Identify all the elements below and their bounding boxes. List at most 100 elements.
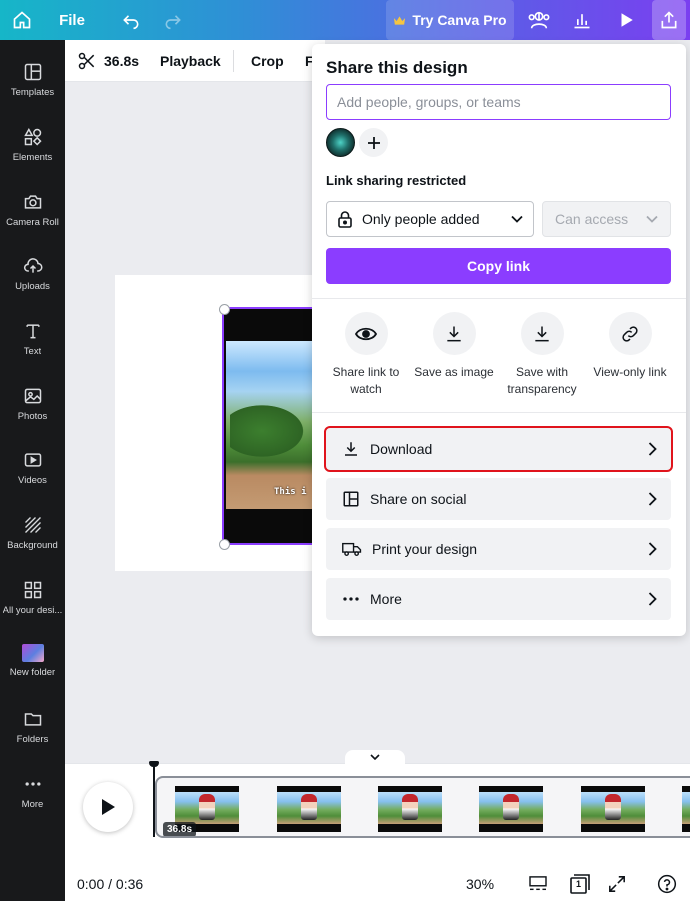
left-sidebar: Templates Elements Camera Roll Uploads T… bbox=[0, 40, 65, 901]
chevron-down-icon bbox=[646, 215, 658, 223]
play-icon bbox=[102, 799, 115, 815]
add-collaborator-button[interactable] bbox=[359, 128, 388, 157]
time-display: 0:00 / 0:36 bbox=[77, 876, 144, 892]
people-icon bbox=[528, 11, 550, 29]
save-with-transparency-option[interactable]: Save with transparency bbox=[496, 312, 588, 398]
crown-icon bbox=[394, 15, 406, 25]
truck-icon bbox=[342, 542, 362, 557]
sidebar-item-photos[interactable]: Photos bbox=[0, 372, 65, 432]
save-as-image-option[interactable]: Save as image bbox=[408, 312, 500, 381]
share-button[interactable] bbox=[652, 0, 686, 40]
divider bbox=[312, 412, 686, 413]
row-label: More bbox=[370, 591, 402, 607]
resize-handle-bottom-left[interactable] bbox=[219, 539, 230, 550]
chevron-right-icon bbox=[648, 492, 657, 506]
duration-label[interactable]: 36.8s bbox=[104, 40, 139, 82]
sidebar-item-label: More bbox=[21, 799, 44, 810]
copy-link-button[interactable]: Copy link bbox=[326, 248, 671, 284]
insights-button[interactable] bbox=[566, 0, 598, 40]
redo-button[interactable] bbox=[158, 0, 188, 40]
view-only-link-option[interactable]: View-only link bbox=[584, 312, 676, 381]
download-icon bbox=[535, 326, 549, 341]
help-icon bbox=[657, 874, 677, 894]
chevron-right-icon bbox=[648, 542, 657, 556]
video-clip-track[interactable]: 36.8s bbox=[155, 776, 690, 838]
option-icon-circle bbox=[608, 312, 652, 355]
sidebar-item-label: All your desi... bbox=[2, 605, 63, 616]
home-button[interactable] bbox=[6, 0, 38, 40]
grid-view-icon bbox=[529, 876, 547, 891]
collaborators-button[interactable] bbox=[522, 0, 556, 40]
stats-icon bbox=[574, 14, 590, 29]
sidebar-item-camera-roll[interactable]: Camera Roll bbox=[0, 178, 65, 238]
more-icon bbox=[343, 597, 359, 601]
link-sharing-label: Link sharing restricted bbox=[326, 173, 467, 188]
share-link-to-watch-option[interactable]: Share link to watch bbox=[320, 312, 412, 398]
avatar[interactable] bbox=[326, 128, 355, 157]
sidebar-item-templates[interactable]: Templates bbox=[0, 48, 65, 108]
photo-icon bbox=[24, 388, 41, 404]
clip-frame bbox=[682, 786, 690, 832]
help-button[interactable] bbox=[655, 872, 679, 896]
more-icon bbox=[25, 782, 40, 786]
grid-icon bbox=[24, 581, 41, 599]
share-on-social-row[interactable]: Share on social bbox=[326, 478, 671, 520]
sidebar-item-new-folder[interactable]: New folder bbox=[0, 630, 65, 690]
zoom-level[interactable]: 30% bbox=[466, 876, 494, 892]
editor-toolbar: 36.8s Playback Crop F bbox=[65, 40, 325, 82]
sidebar-item-label: Elements bbox=[12, 152, 53, 163]
top-bar: File Try Canva Pro bbox=[0, 0, 690, 40]
fullscreen-button[interactable] bbox=[605, 872, 629, 896]
link-icon bbox=[622, 325, 638, 342]
split-button[interactable] bbox=[77, 40, 97, 82]
home-icon bbox=[13, 11, 31, 29]
option-label: Save with transparency bbox=[507, 365, 577, 396]
play-button[interactable] bbox=[83, 782, 133, 832]
sidebar-item-label: Camera Roll bbox=[6, 217, 59, 228]
link-access-select[interactable]: Only people added bbox=[326, 201, 534, 237]
pages-button[interactable]: 1 bbox=[568, 872, 592, 896]
upload-icon bbox=[23, 258, 42, 273]
permission-value: Can access bbox=[555, 211, 629, 227]
sidebar-item-folders[interactable]: Folders bbox=[0, 695, 65, 755]
collapse-timeline-button[interactable] bbox=[345, 750, 405, 764]
try-canva-pro-label: Try Canva Pro bbox=[412, 12, 507, 28]
sidebar-item-all-your-designs[interactable]: All your desi... bbox=[0, 566, 65, 626]
sidebar-item-elements[interactable]: Elements bbox=[0, 113, 65, 173]
expand-icon bbox=[609, 876, 625, 892]
sidebar-item-more[interactable]: More bbox=[0, 760, 65, 820]
resize-handle-top-left[interactable] bbox=[219, 304, 230, 315]
timeline-panel: 36.8s 0:00 / 0:36 30% 1 bbox=[65, 750, 690, 901]
sidebar-item-text[interactable]: Text bbox=[0, 307, 65, 367]
more-row[interactable]: More bbox=[326, 578, 671, 620]
grid-view-button[interactable] bbox=[526, 872, 550, 896]
social-icon bbox=[343, 491, 359, 507]
print-your-design-row[interactable]: Print your design bbox=[326, 528, 671, 570]
sidebar-item-label: Templates bbox=[10, 87, 55, 98]
playback-button[interactable]: Playback bbox=[160, 40, 221, 82]
eye-icon bbox=[355, 327, 377, 340]
video-icon bbox=[24, 453, 41, 467]
file-menu[interactable]: File bbox=[56, 0, 88, 40]
try-canva-pro-button[interactable]: Try Canva Pro bbox=[386, 0, 514, 40]
templates-icon bbox=[24, 63, 41, 81]
download-row[interactable]: Download bbox=[324, 426, 673, 472]
add-people-input[interactable] bbox=[326, 84, 671, 120]
sidebar-item-videos[interactable]: Videos bbox=[0, 436, 65, 496]
toolbar-divider bbox=[233, 50, 234, 72]
crop-button[interactable]: Crop bbox=[251, 40, 284, 82]
folder-thumbnail bbox=[21, 644, 44, 662]
clip-frame bbox=[378, 786, 442, 832]
sidebar-item-label: Text bbox=[23, 346, 42, 357]
share-panel-title: Share this design bbox=[326, 58, 468, 77]
sidebar-item-label: Uploads bbox=[15, 281, 50, 292]
sidebar-item-background[interactable]: Background bbox=[0, 501, 65, 561]
selected-video-element[interactable]: This i bbox=[222, 307, 322, 545]
elements-icon bbox=[23, 127, 42, 146]
sidebar-item-uploads[interactable]: Uploads bbox=[0, 242, 65, 302]
share-icon bbox=[661, 11, 677, 29]
undo-button[interactable] bbox=[116, 0, 146, 40]
playhead[interactable] bbox=[149, 761, 159, 837]
chevron-down-icon bbox=[370, 754, 380, 760]
present-button[interactable] bbox=[610, 0, 642, 40]
